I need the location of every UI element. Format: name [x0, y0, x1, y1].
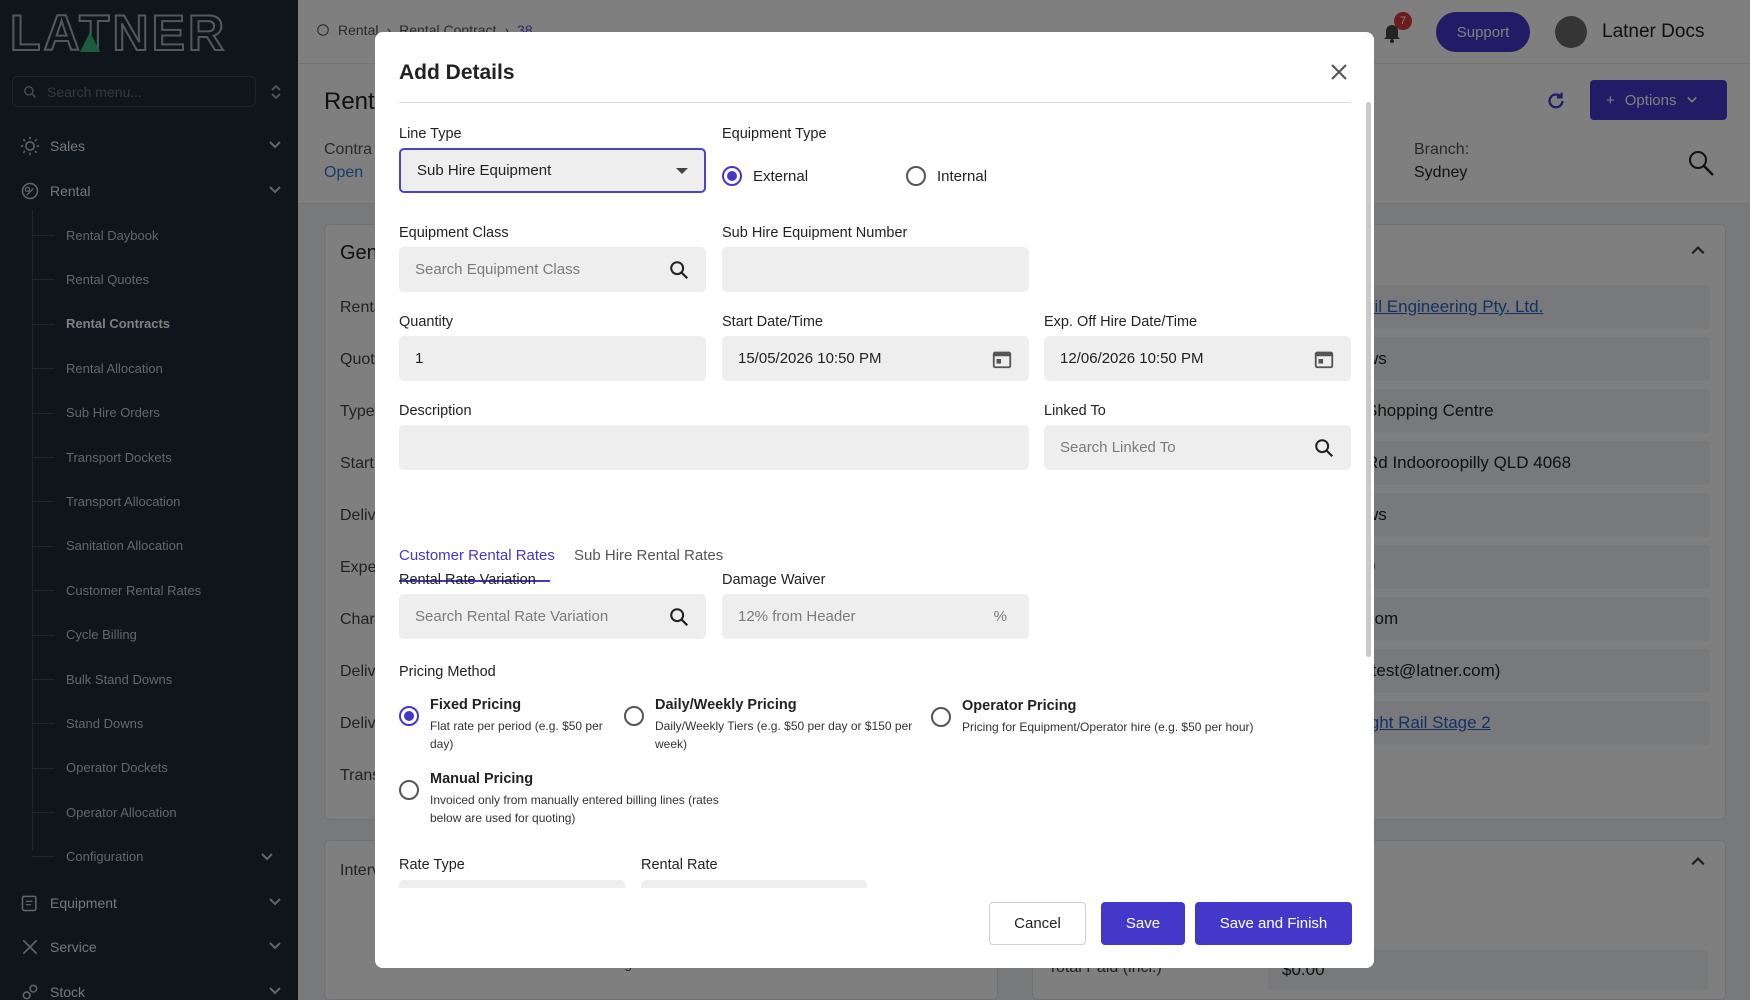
equipment-type-label: Equipment Type — [722, 126, 827, 142]
pricing-option-desc: Pricing for Equipment/Operator hire (e.g… — [962, 720, 1254, 734]
description-label: Description — [399, 403, 472, 419]
calendar-icon[interactable] — [991, 348, 1013, 370]
modal-scrollbar[interactable] — [1366, 102, 1371, 657]
off-hire-date-input[interactable]: 12/06/2026 10:50 PM — [1044, 336, 1351, 381]
tab-sub-hire-rental-rates[interactable]: Sub Hire Rental Rates — [574, 547, 723, 564]
sub-hire-number-label: Sub Hire Equipment Number — [722, 225, 908, 241]
linked-to-input[interactable]: Search Linked To — [1044, 425, 1351, 470]
quantity-value: 1 — [415, 350, 424, 367]
pricing-option-title: Fixed Pricing — [430, 697, 522, 713]
radio-unselected — [906, 166, 926, 186]
calendar-icon[interactable] — [1313, 348, 1335, 370]
equipment-class-placeholder: Search Equipment Class — [415, 261, 581, 278]
pricing-option-manual[interactable]: Manual Pricing Invoiced only from manual… — [399, 771, 739, 827]
search-icon[interactable] — [668, 259, 690, 281]
external-radio[interactable]: External — [722, 166, 808, 186]
off-hire-date-label: Exp. Off Hire Date/Time — [1044, 314, 1198, 330]
pricing-method-label: Pricing Method — [399, 664, 496, 680]
pricing-option-fixed[interactable]: Fixed Pricing Flat rate per period (e.g.… — [399, 697, 603, 753]
quantity-label: Quantity — [399, 314, 453, 330]
damage-waiver-input[interactable]: 12% from Header % — [722, 594, 1029, 639]
description-input[interactable] — [399, 425, 1029, 470]
damage-waiver-placeholder: 12% from Header — [738, 608, 856, 625]
radio-unselected — [624, 706, 644, 726]
rate-variation-placeholder: Search Rental Rate Variation — [415, 608, 609, 625]
cancel-button[interactable]: Cancel — [989, 902, 1086, 945]
linked-to-placeholder: Search Linked To — [1060, 439, 1176, 456]
radio-selected — [399, 706, 419, 726]
save-and-finish-button[interactable]: Save and Finish — [1195, 902, 1352, 945]
rate-type-label: Rate Type — [399, 857, 465, 873]
linked-to-label: Linked To — [1044, 403, 1106, 419]
pricing-option-title: Manual Pricing — [430, 771, 534, 787]
damage-waiver-label: Damage Waiver — [722, 572, 826, 588]
modal-title: Add Details — [399, 61, 515, 84]
close-icon[interactable] — [1327, 60, 1351, 84]
pricing-option-desc: Daily/Weekly Tiers (e.g. $50 per day or … — [655, 719, 913, 751]
modal-divider — [399, 102, 1351, 103]
pricing-option-desc: Invoiced only from manually entered bill… — [430, 793, 719, 825]
search-icon[interactable] — [1313, 437, 1335, 459]
quantity-input[interactable]: 1 — [399, 336, 706, 381]
radio-label: External — [753, 167, 809, 185]
radio-label: Internal — [937, 167, 988, 185]
radio-selected — [722, 166, 742, 186]
line-type-select[interactable]: Sub Hire Equipment — [399, 148, 706, 193]
radio-unselected — [399, 780, 419, 800]
start-date-label: Start Date/Time — [722, 314, 823, 330]
internal-radio[interactable]: Internal — [906, 166, 987, 186]
rate-variation-input[interactable]: Search Rental Rate Variation — [399, 594, 706, 639]
pricing-option-operator[interactable]: Operator Pricing Pricing for Equipment/O… — [931, 698, 1331, 738]
start-date-input[interactable]: 15/05/2026 10:50 PM — [722, 336, 1029, 381]
line-type-label: Line Type — [399, 126, 462, 142]
add-details-modal: Add Details Line Type Sub Hire Equipment… — [375, 32, 1374, 968]
rate-variation-label: Rental Rate Variation — [399, 572, 536, 588]
dropdown-caret-icon — [676, 167, 688, 174]
line-type-value: Sub Hire Equipment — [417, 162, 552, 179]
off-hire-date-value: 12/06/2026 10:50 PM — [1060, 350, 1204, 367]
pricing-option-desc: Flat rate per period (e.g. $50 per day) — [430, 719, 603, 751]
rental-rate-label: Rental Rate — [641, 857, 718, 873]
save-button[interactable]: Save — [1101, 902, 1185, 945]
pricing-option-title: Daily/Weekly Pricing — [655, 697, 797, 713]
radio-unselected — [931, 707, 951, 727]
sub-hire-number-input[interactable] — [722, 247, 1029, 292]
pricing-option-title: Operator Pricing — [962, 698, 1077, 714]
pricing-option-daily-weekly[interactable]: Daily/Weekly Pricing Daily/Weekly Tiers … — [624, 697, 912, 753]
start-date-value: 15/05/2026 10:50 PM — [738, 350, 882, 367]
equipment-class-input[interactable]: Search Equipment Class — [399, 247, 706, 292]
equipment-class-label: Equipment Class — [399, 225, 509, 241]
search-icon[interactable] — [668, 606, 690, 628]
percent-suffix: % — [993, 608, 1007, 625]
tab-customer-rental-rates[interactable]: Customer Rental Rates — [399, 547, 555, 564]
